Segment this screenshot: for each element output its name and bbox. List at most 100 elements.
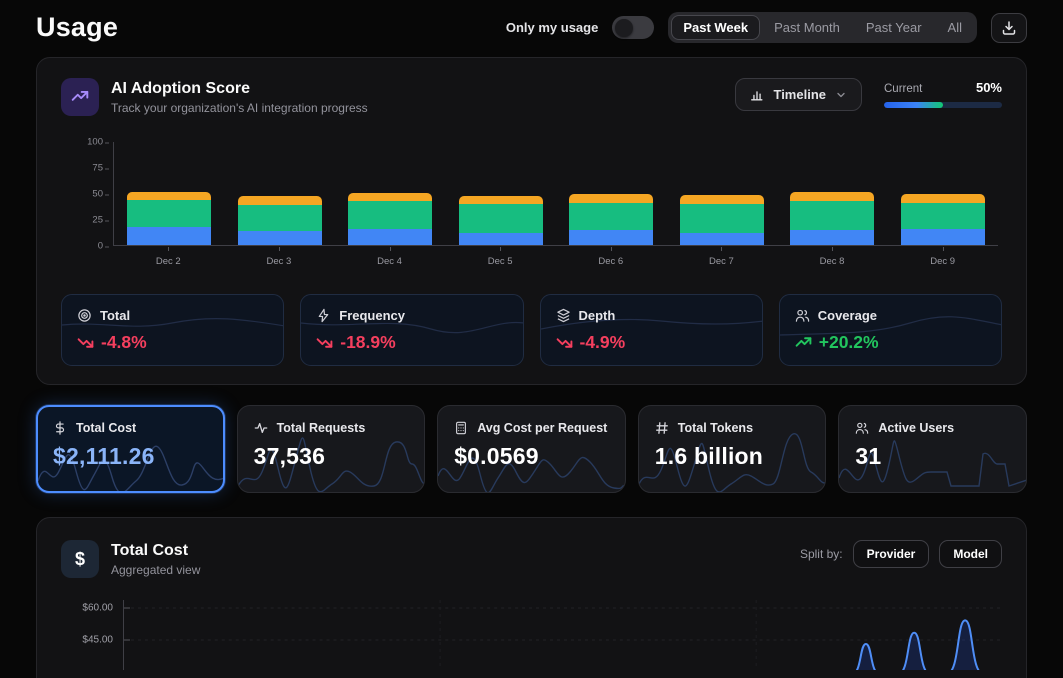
segment-green <box>459 204 543 232</box>
stacked-bar <box>790 192 874 245</box>
segment-orange <box>238 196 322 205</box>
metric-card-frequency[interactable]: Frequency -18.9% <box>300 294 523 366</box>
total-cost-title: Total Cost <box>111 542 200 560</box>
segment-blue <box>127 227 211 245</box>
split-provider-button[interactable]: Provider <box>853 540 930 568</box>
range-past-week[interactable]: Past Week <box>671 15 760 40</box>
y-tick: 0 <box>98 241 113 252</box>
segment-blue <box>901 229 985 245</box>
ytick-45: $45.00 <box>82 635 113 646</box>
stacked-bar <box>459 196 543 245</box>
download-icon <box>1001 20 1017 36</box>
time-range-segmented: Past Week Past Month Past Year All <box>668 12 977 43</box>
target-icon <box>77 308 92 323</box>
segment-blue <box>459 233 543 245</box>
metric-label: Frequency <box>339 308 405 323</box>
hash-icon <box>655 421 669 435</box>
bar-dec-8[interactable] <box>777 141 888 245</box>
range-past-month[interactable]: Past Month <box>762 15 852 40</box>
stat-label: Active Users <box>878 421 954 435</box>
bar-dec-5[interactable] <box>446 141 557 245</box>
stacked-bar <box>569 194 653 245</box>
bar-dec-9[interactable] <box>888 141 999 245</box>
stat-card-avg-cost[interactable]: Avg Cost per Request $0.0569 <box>437 405 626 493</box>
stat-card-total-requests[interactable]: Total Requests 37,536 <box>237 405 426 493</box>
stat-value: 31 <box>855 443 1010 470</box>
split-model-button[interactable]: Model <box>939 540 1002 568</box>
segment-green <box>680 204 764 232</box>
cost-plot-area <box>123 600 1002 670</box>
topbar: Usage Only my usage Past Week Past Month… <box>0 0 1063 51</box>
stacked-bar <box>348 193 432 245</box>
segment-blue <box>680 233 764 245</box>
dollar-icon: $ <box>61 540 99 578</box>
segment-orange <box>569 194 653 203</box>
metric-value: +20.2% <box>819 332 879 353</box>
metric-label: Coverage <box>818 308 877 323</box>
total-cost-subtitle: Aggregated view <box>111 563 200 577</box>
x-label: Dec 8 <box>777 252 888 267</box>
segment-green <box>348 201 432 229</box>
x-label: Dec 2 <box>113 252 224 267</box>
segment-blue <box>238 231 322 245</box>
metric-card-depth[interactable]: Depth -4.9% <box>540 294 763 366</box>
metric-value: -18.9% <box>340 332 395 353</box>
stacked-bar <box>680 195 764 245</box>
segment-orange <box>127 192 211 200</box>
adoption-stacked-bar-chart: Dec 2Dec 3Dec 4Dec 5Dec 6Dec 7Dec 8Dec 9… <box>113 142 998 272</box>
stat-label: Total Tokens <box>678 421 753 435</box>
ytick-60: $60.00 <box>82 603 113 614</box>
segment-orange <box>348 193 432 201</box>
segment-orange <box>680 195 764 204</box>
x-label: Dec 7 <box>666 252 777 267</box>
stat-value: $0.0569 <box>454 443 609 470</box>
current-label: Current <box>884 83 922 95</box>
range-all[interactable]: All <box>936 15 974 40</box>
x-label: Dec 6 <box>556 252 667 267</box>
range-past-year[interactable]: Past Year <box>854 15 934 40</box>
metric-value: -4.8% <box>101 332 147 353</box>
segment-green <box>238 205 322 231</box>
bar-dec-4[interactable] <box>335 141 446 245</box>
layers-icon <box>556 308 571 323</box>
bar-dec-2[interactable] <box>114 141 225 245</box>
x-label: Dec 5 <box>445 252 556 267</box>
x-label: Dec 9 <box>887 252 998 267</box>
bar-dec-7[interactable] <box>667 141 778 245</box>
bar-chart-icon <box>750 88 764 102</box>
page-title: Usage <box>36 12 118 43</box>
stacked-bar <box>127 192 211 245</box>
segment-orange <box>459 196 543 204</box>
y-tick: 100 <box>87 137 113 148</box>
stat-value: 37,536 <box>254 443 409 470</box>
split-by-label: Split by: <box>800 547 843 561</box>
x-label: Dec 3 <box>224 252 335 267</box>
stat-card-total-cost[interactable]: Total Cost $2,111.26 <box>36 405 225 493</box>
adoption-subtitle: Track your organization's AI integration… <box>111 101 368 115</box>
chart-x-labels: Dec 2Dec 3Dec 4Dec 5Dec 6Dec 7Dec 8Dec 9 <box>113 252 998 267</box>
only-my-usage-toggle[interactable] <box>612 16 654 39</box>
y-tick: 50 <box>92 189 113 200</box>
stacked-bar <box>901 194 985 245</box>
metric-label: Depth <box>579 308 616 323</box>
metric-card-coverage[interactable]: Coverage +20.2% <box>779 294 1002 366</box>
only-my-usage-label: Only my usage <box>506 20 598 35</box>
trending-down-icon <box>316 334 333 351</box>
chart-plot-area <box>113 142 998 246</box>
stat-card-active-users[interactable]: Active Users 31 <box>838 405 1027 493</box>
segment-green <box>127 200 211 227</box>
y-tick: 25 <box>92 215 113 226</box>
stat-card-total-tokens[interactable]: Total Tokens 1.6 billion <box>638 405 827 493</box>
bar-dec-3[interactable] <box>225 141 336 245</box>
segment-green <box>901 203 985 229</box>
current-value: 50% <box>976 80 1002 95</box>
stat-cards-row: Total Cost $2,111.26 Total Requests 37,5… <box>36 405 1027 493</box>
progress-track <box>884 102 1002 108</box>
download-button[interactable] <box>991 13 1027 43</box>
users-icon <box>855 421 869 435</box>
timeline-dropdown[interactable]: Timeline <box>735 78 862 111</box>
dollar-icon <box>53 421 67 435</box>
activity-icon <box>254 421 268 435</box>
metric-card-total[interactable]: Total -4.8% <box>61 294 284 366</box>
bar-dec-6[interactable] <box>556 141 667 245</box>
